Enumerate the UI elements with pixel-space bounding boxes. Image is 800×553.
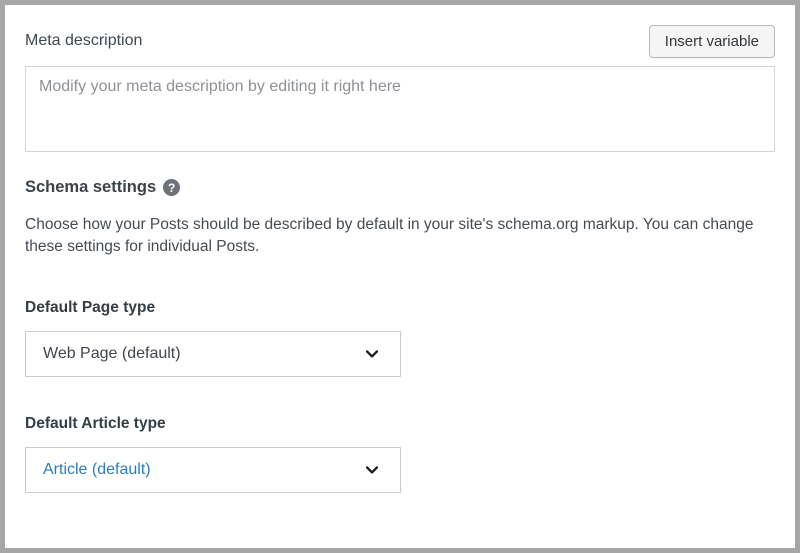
schema-settings-heading-row: Schema settings ? [25, 178, 775, 197]
insert-variable-button[interactable]: Insert variable [649, 25, 775, 58]
meta-description-label: Meta description [25, 32, 142, 50]
schema-settings-heading: Schema settings [25, 178, 156, 197]
meta-description-header: Meta description Insert variable [25, 24, 775, 58]
default-page-type-value: Web Page (default) [43, 345, 181, 363]
default-page-type-label: Default Page type [25, 299, 775, 317]
seo-settings-panel: Meta description Insert variable Schema … [0, 0, 800, 553]
schema-settings-description: Choose how your Posts should be describe… [25, 214, 767, 259]
default-article-type-value: Article (default) [43, 461, 151, 479]
default-page-type-select[interactable]: Web Page (default) [25, 331, 401, 377]
help-icon[interactable]: ? [163, 179, 180, 196]
default-article-type-select[interactable]: Article (default) [25, 447, 401, 493]
meta-description-textarea[interactable] [25, 66, 775, 152]
chevron-down-icon [363, 345, 381, 363]
default-article-type-label: Default Article type [25, 415, 775, 433]
chevron-down-icon [363, 461, 381, 479]
